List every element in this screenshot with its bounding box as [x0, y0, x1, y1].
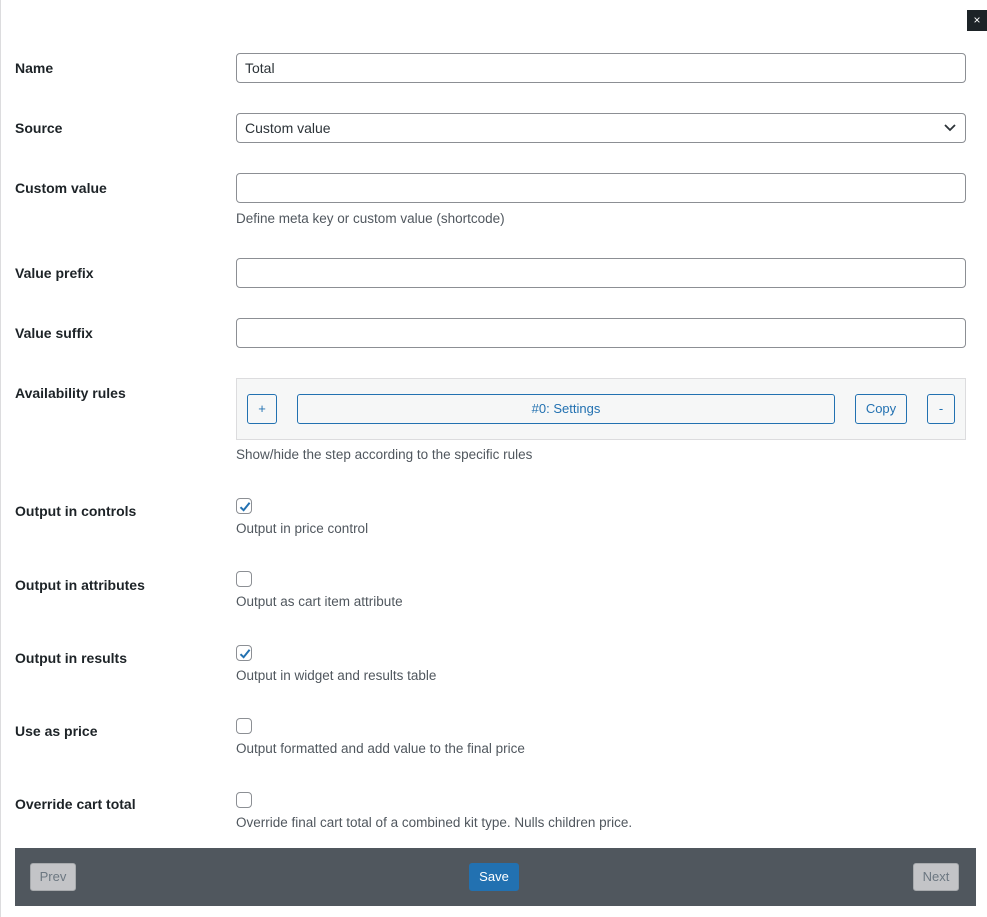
availability-rules-description: Show/hide the step according to the spec…: [236, 447, 533, 462]
value-prefix-row: Value prefix: [15, 258, 966, 288]
use-as-price-row: Use as price Output formatted and add va…: [15, 718, 966, 758]
name-input[interactable]: [236, 53, 966, 83]
override-cart-total-checkbox[interactable]: [236, 792, 252, 808]
output-in-controls-checkbox[interactable]: [236, 498, 252, 514]
override-cart-total-description: Override final cart total of a combined …: [236, 815, 633, 830]
close-button[interactable]: ×: [967, 10, 987, 31]
modal-footer: Prev Save Next: [15, 848, 976, 906]
name-label: Name: [15, 60, 54, 76]
source-row: Source Custom value: [15, 113, 966, 143]
output-in-controls-description: Output in price control: [236, 521, 369, 536]
copy-rule-button[interactable]: Copy: [855, 394, 907, 424]
custom-value-row: Custom value Define meta key or custom v…: [15, 173, 966, 233]
output-in-attributes-checkbox[interactable]: [236, 571, 252, 587]
custom-value-label: Custom value: [15, 180, 107, 196]
settings-modal: × Name Source Custom value Custom value …: [0, 0, 987, 917]
output-in-results-row: Output in results Output in widget and r…: [15, 645, 966, 685]
chevron-down-icon: [943, 114, 957, 142]
output-in-attributes-description: Output as cart item attribute: [236, 594, 403, 609]
output-in-attributes-row: Output in attributes Output as cart item…: [15, 571, 966, 611]
availability-rules-label: Availability rules: [15, 385, 126, 401]
checkmark-icon: [239, 649, 251, 659]
name-row: Name: [15, 53, 966, 83]
override-cart-total-row: Override cart total Override final cart …: [15, 792, 966, 832]
add-rule-button[interactable]: +: [247, 394, 277, 424]
use-as-price-label: Use as price: [15, 723, 98, 739]
output-in-controls-row: Output in controls Output in price contr…: [15, 498, 966, 538]
save-button[interactable]: Save: [469, 863, 519, 891]
prev-button[interactable]: Prev: [30, 863, 76, 891]
next-button[interactable]: Next: [913, 863, 959, 891]
value-prefix-input[interactable]: [236, 258, 966, 288]
remove-rule-button[interactable]: -: [927, 394, 955, 424]
availability-rules-row: Availability rules + #0: Settings Copy -…: [15, 378, 966, 468]
checkmark-icon: [239, 502, 251, 512]
output-in-controls-label: Output in controls: [15, 503, 137, 519]
custom-value-description: Define meta key or custom value (shortco…: [236, 211, 505, 226]
rule-settings-button[interactable]: #0: Settings: [297, 394, 835, 424]
value-prefix-label: Value prefix: [15, 265, 94, 281]
output-in-results-checkbox[interactable]: [236, 645, 252, 661]
custom-value-input[interactable]: [236, 173, 966, 203]
output-in-results-description: Output in widget and results table: [236, 668, 437, 683]
use-as-price-checkbox[interactable]: [236, 718, 252, 734]
value-suffix-label: Value suffix: [15, 325, 93, 341]
override-cart-total-label: Override cart total: [15, 796, 136, 812]
value-suffix-input[interactable]: [236, 318, 966, 348]
source-select-value: Custom value: [245, 120, 331, 136]
output-in-attributes-label: Output in attributes: [15, 577, 145, 593]
rules-container: + #0: Settings Copy -: [236, 378, 966, 440]
output-in-results-label: Output in results: [15, 650, 127, 666]
value-suffix-row: Value suffix: [15, 318, 966, 348]
source-label: Source: [15, 120, 63, 136]
use-as-price-description: Output formatted and add value to the fi…: [236, 741, 525, 756]
source-select[interactable]: Custom value: [236, 113, 966, 143]
